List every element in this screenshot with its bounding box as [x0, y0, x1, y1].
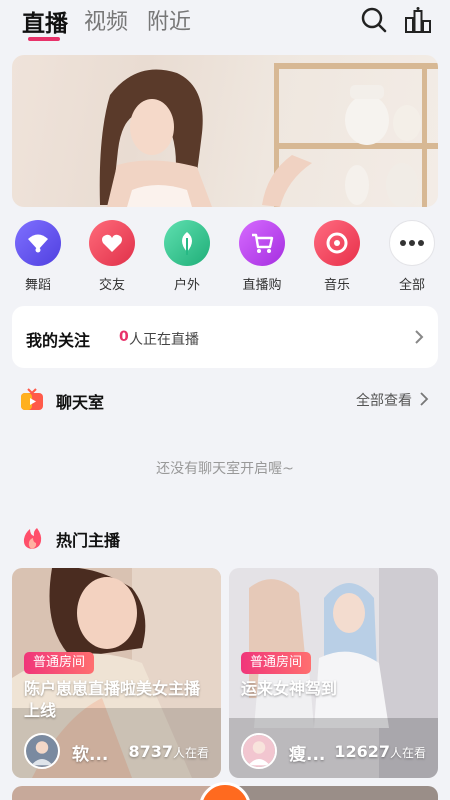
follow-live-status: 人正在直播: [129, 332, 199, 348]
search-icon[interactable]: [360, 6, 388, 34]
room-type-badge: 普通房间: [24, 652, 95, 674]
category-label: 舞蹈: [24, 278, 51, 293]
chatroom-title: 聊天室: [56, 393, 105, 412]
category-label: 直播购: [242, 278, 282, 293]
category-label: 音乐: [323, 278, 350, 293]
category-music[interactable]: 音乐: [307, 220, 367, 293]
streamer-name: 瘦...: [289, 745, 326, 765]
more-dots-icon: [389, 220, 435, 266]
hot-streamers-header: 热门主播: [0, 524, 450, 554]
ranking-icon[interactable]: [404, 6, 432, 34]
category-all[interactable]: 全部: [382, 220, 442, 293]
hot-streamers-title: 热门主播: [56, 531, 121, 550]
viewer-count-number: 12627: [334, 742, 390, 761]
avatar[interactable]: [24, 733, 60, 769]
stream-card[interactable]: 普通房间 运来女神驾到 瘦... 12627人在看: [229, 568, 438, 778]
viewer-count: 8737人在看: [128, 742, 209, 761]
tab-video[interactable]: 视频: [84, 4, 128, 36]
tv-icon: [21, 388, 43, 410]
category-row: 舞蹈 交友 户外 直播购 音乐 全部: [0, 220, 450, 300]
category-shopping[interactable]: 直播购: [232, 220, 292, 293]
room-type-badge: 普通房间: [241, 652, 312, 674]
category-label: 全部: [398, 278, 425, 293]
follow-title: 我的关注: [26, 331, 91, 350]
category-dance[interactable]: 舞蹈: [8, 220, 68, 293]
tab-nearby[interactable]: 附近: [147, 4, 191, 36]
chevron-right-icon: [415, 330, 424, 344]
stream-card-peek[interactable]: [12, 786, 221, 800]
cart-icon: [239, 220, 285, 266]
category-label: 交友: [98, 278, 125, 293]
streamer-name: 软...: [72, 745, 109, 765]
viewer-count-suffix: 人在看: [172, 746, 209, 760]
active-tab-indicator: [28, 37, 60, 41]
fan-icon: [15, 220, 61, 266]
flame-icon: [23, 528, 42, 549]
stream-title: 陈户崽崽直播啦美女主播上线: [24, 679, 201, 720]
tab-live[interactable]: 直播: [22, 4, 68, 38]
category-social[interactable]: 交友: [82, 220, 142, 293]
follow-live-count: 0: [119, 329, 129, 345]
my-follow-card[interactable]: 我的关注 0 人正在直播: [12, 306, 438, 368]
category-outdoor[interactable]: 户外: [157, 220, 217, 293]
stream-card[interactable]: 普通房间 陈户崽崽直播啦美女主播上线 软... 8737人在看: [12, 568, 221, 778]
top-header: 直播 视频 附近: [0, 0, 450, 50]
see-all-link[interactable]: 全部查看: [356, 390, 412, 410]
viewer-count-suffix: 人在看: [389, 746, 426, 760]
avatar[interactable]: [241, 733, 277, 769]
stream-card-peek[interactable]: [229, 786, 438, 800]
go-live-button[interactable]: [199, 782, 251, 800]
stream-title: 运来女神驾到: [241, 679, 338, 698]
chevron-right-icon[interactable]: [418, 391, 430, 407]
heart-icon: [89, 220, 135, 266]
chatroom-header: 聊天室 全部查看: [0, 386, 450, 416]
promo-banner[interactable]: [12, 55, 438, 207]
banner-photo: [99, 63, 438, 207]
music-disc-icon: [314, 220, 360, 266]
viewer-count-number: 8737: [128, 742, 173, 761]
leaf-icon: [164, 220, 210, 266]
chatroom-empty-text: 还没有聊天室开启喔~: [156, 461, 294, 477]
category-label: 户外: [173, 278, 200, 293]
viewer-count: 12627人在看: [334, 742, 426, 761]
